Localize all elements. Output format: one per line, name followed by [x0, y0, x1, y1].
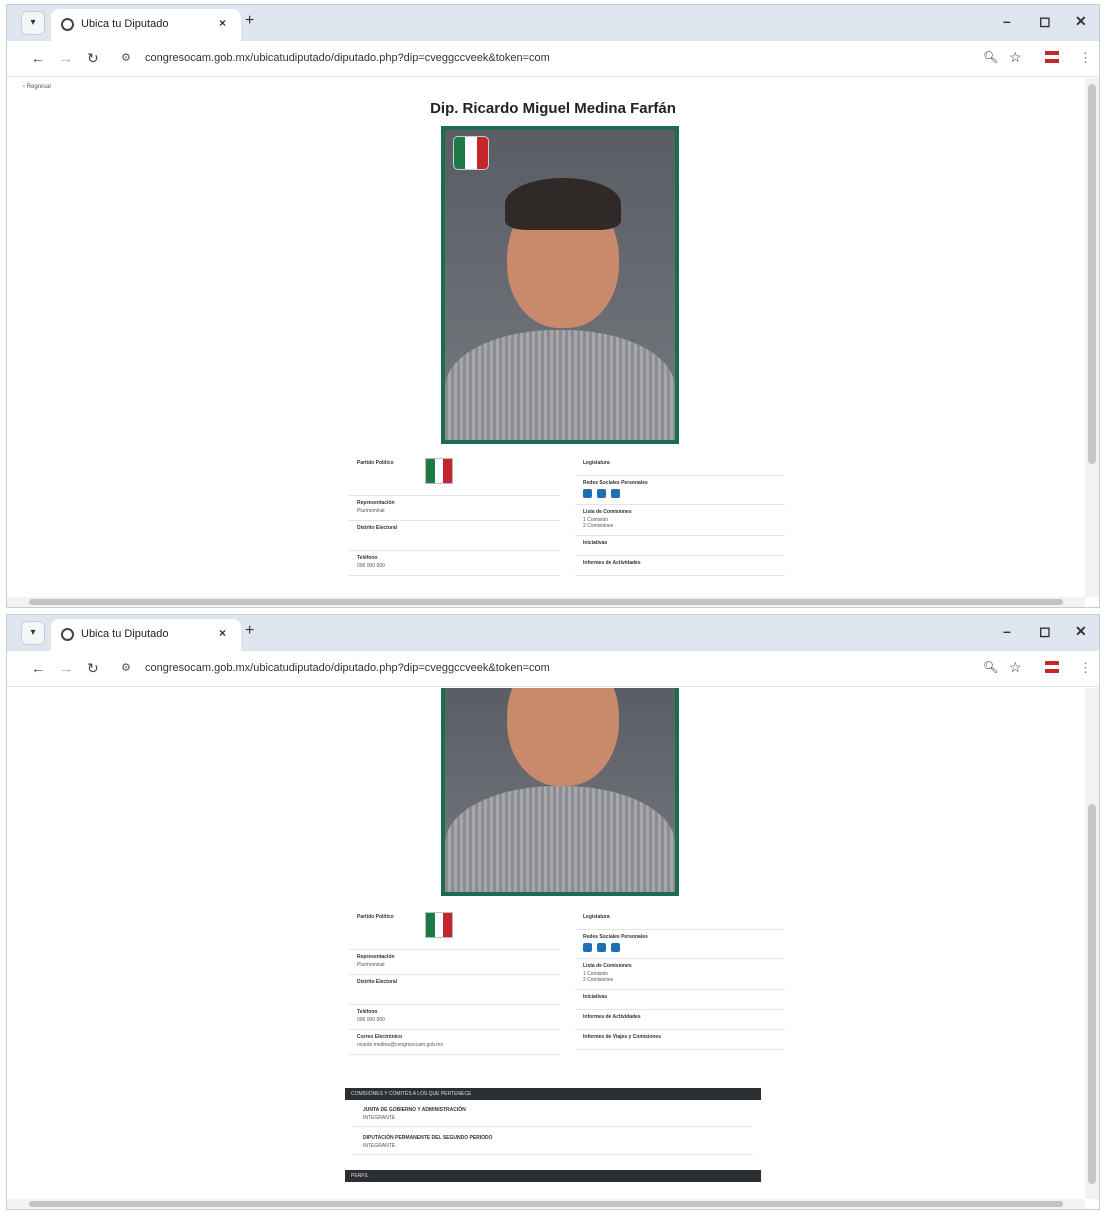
deputy-photo	[441, 688, 679, 896]
horizontal-scrollbar[interactable]	[7, 1199, 1085, 1209]
twitter-icon[interactable]	[597, 943, 606, 952]
commission-item: JUNTA DE GOBIERNO Y ADMINISTRACIÓN INTEG…	[353, 1104, 753, 1127]
profile-footer-header: PERFIL	[345, 1170, 761, 1182]
field-iniciativas: Iniciativas	[575, 536, 785, 556]
social-links	[583, 489, 785, 498]
kebab-menu-icon[interactable]: ⋮	[1079, 50, 1092, 66]
reload-icon[interactable]: ↻	[87, 660, 99, 677]
close-window-icon[interactable]: ✕	[1075, 13, 1087, 30]
globe-icon	[61, 628, 74, 641]
back-arrow-icon[interactable]: ←	[31, 660, 45, 676]
extension-flag-icon[interactable]	[1045, 661, 1059, 673]
field-distrito: Distrito Electoral	[349, 521, 559, 551]
back-arrow-icon[interactable]: ←	[31, 50, 45, 66]
maximize-icon[interactable]: ◻	[1039, 623, 1051, 640]
tab-title: Ubica tu Diputado	[81, 628, 169, 640]
party-logo-icon	[425, 458, 453, 484]
new-tab-button[interactable]: +	[245, 622, 254, 640]
facebook-icon[interactable]	[583, 489, 592, 498]
page-viewport: Partido Político Representación Plurinom…	[7, 688, 1099, 1209]
minimize-icon[interactable]: –	[1003, 13, 1011, 29]
horizontal-scrollbar[interactable]	[7, 597, 1085, 607]
page-title: Dip. Ricardo Miguel Medina Farfán	[430, 100, 676, 117]
field-legislatura: Legislatura	[575, 910, 785, 930]
address-bar: ← → ↻ ⚙ congresocam.gob.mx/ubicatudiputa…	[7, 651, 1099, 687]
twitter-icon[interactable]	[597, 489, 606, 498]
photo-shirt	[445, 786, 675, 892]
field-iniciativas: Iniciativas	[575, 990, 785, 1010]
horizontal-scroll-thumb[interactable]	[29, 1201, 1063, 1207]
close-tab-icon[interactable]: ×	[219, 16, 226, 30]
field-representacion: Representación Plurinominal	[349, 950, 559, 975]
photo-shirt	[445, 330, 675, 440]
vertical-scrollbar[interactable]	[1085, 78, 1099, 597]
url-field[interactable]: congresocam.gob.mx/ubicatudiputado/diput…	[145, 662, 550, 674]
site-info-icon[interactable]: ⚙	[121, 661, 131, 674]
site-info-icon[interactable]: ⚙	[121, 51, 131, 64]
zoom-icon[interactable]: 🔍︎	[983, 660, 998, 674]
tab-bar: ▾ Ubica tu Diputado × + – ◻ ✕	[7, 5, 1099, 41]
field-informes: Informes de Actividades	[575, 1010, 785, 1030]
deputy-photo	[441, 126, 679, 444]
field-redes: Redes Sociales Personales	[575, 476, 785, 505]
photo-hair	[505, 178, 621, 230]
browser-tab[interactable]: Ubica tu Diputado ×	[51, 9, 241, 41]
zoom-icon[interactable]: 🔍︎	[983, 50, 998, 64]
browser-window-bottom: ▾ Ubica tu Diputado × + – ◻ ✕ ← → ↻ ⚙ co…	[6, 614, 1100, 1210]
field-legislatura: Legislatura	[575, 456, 785, 476]
tab-search-icon[interactable]: ▾	[21, 11, 45, 35]
new-tab-button[interactable]: +	[245, 12, 254, 30]
field-informes: Informes de Actividades	[575, 556, 785, 576]
forward-arrow-icon[interactable]: →	[59, 660, 73, 676]
party-badge-icon	[453, 136, 489, 170]
breadcrumb[interactable]: ‹ Regresar	[23, 84, 51, 90]
field-comisiones: Lista de Comisiones 1 Comisión 2 Comisio…	[575, 505, 785, 536]
bookmark-star-icon[interactable]: ☆	[1009, 659, 1022, 676]
profile-right-column: Legislatura Redes Sociales Personales Li…	[575, 910, 785, 1050]
tab-search-icon[interactable]: ▾	[21, 621, 45, 645]
field-partido: Partido Político	[349, 910, 559, 950]
instagram-icon[interactable]	[611, 489, 620, 498]
party-logo-icon	[425, 912, 453, 938]
globe-icon	[61, 18, 74, 31]
tab-title: Ubica tu Diputado	[81, 18, 169, 30]
field-correo: Correo Electrónico ricardo.medina@congre…	[349, 1030, 559, 1055]
field-telefono: Teléfono 000 000 000	[349, 1005, 559, 1030]
url-field[interactable]: congresocam.gob.mx/ubicatudiputado/diput…	[145, 52, 550, 64]
minimize-icon[interactable]: –	[1003, 623, 1011, 639]
commissions-header: COMISIONES Y COMITÉS A LOS QUE PERTENECE	[345, 1088, 761, 1100]
bookmark-star-icon[interactable]: ☆	[1009, 49, 1022, 66]
field-comisiones: Lista de Comisiones 1 Comisión 2 Comisio…	[575, 959, 785, 990]
horizontal-scroll-thumb[interactable]	[29, 599, 1063, 605]
profile-right-column: Legislatura Redes Sociales Personales Li…	[575, 456, 785, 576]
vertical-scrollbar[interactable]	[1085, 688, 1099, 1199]
field-partido: Partido Político	[349, 456, 559, 496]
vertical-scroll-thumb[interactable]	[1088, 804, 1096, 1184]
close-tab-icon[interactable]: ×	[219, 626, 226, 640]
extension-flag-icon[interactable]	[1045, 51, 1059, 63]
field-representacion: Representación Plurinominal	[349, 496, 559, 521]
field-telefono: Teléfono 000 000 000	[349, 551, 559, 576]
social-links	[583, 943, 785, 952]
field-viajes: Informes de Viajes y Comisiones	[575, 1030, 785, 1050]
browser-tab[interactable]: Ubica tu Diputado ×	[51, 619, 241, 651]
commission-item: DIPUTACIÓN PERMANENTE DEL SEGUNDO PERIOD…	[353, 1132, 753, 1155]
maximize-icon[interactable]: ◻	[1039, 13, 1051, 30]
address-bar: ← → ↻ ⚙ congresocam.gob.mx/ubicatudiputa…	[7, 41, 1099, 77]
profile-left-column: Partido Político Representación Plurinom…	[349, 456, 559, 576]
page-viewport: ‹ Regresar Dip. Ricardo Miguel Medina Fa…	[7, 78, 1099, 607]
field-redes: Redes Sociales Personales	[575, 930, 785, 959]
forward-arrow-icon[interactable]: →	[59, 50, 73, 66]
vertical-scroll-thumb[interactable]	[1088, 84, 1096, 464]
instagram-icon[interactable]	[611, 943, 620, 952]
reload-icon[interactable]: ↻	[87, 50, 99, 67]
close-window-icon[interactable]: ✕	[1075, 623, 1087, 640]
profile-left-column: Partido Político Representación Plurinom…	[349, 910, 559, 1055]
field-distrito: Distrito Electoral	[349, 975, 559, 1005]
browser-window-top: ▾ Ubica tu Diputado × + – ◻ ✕ ← → ↻ ⚙ co…	[6, 4, 1100, 608]
kebab-menu-icon[interactable]: ⋮	[1079, 660, 1092, 676]
facebook-icon[interactable]	[583, 943, 592, 952]
tab-bar: ▾ Ubica tu Diputado × + – ◻ ✕	[7, 615, 1099, 651]
